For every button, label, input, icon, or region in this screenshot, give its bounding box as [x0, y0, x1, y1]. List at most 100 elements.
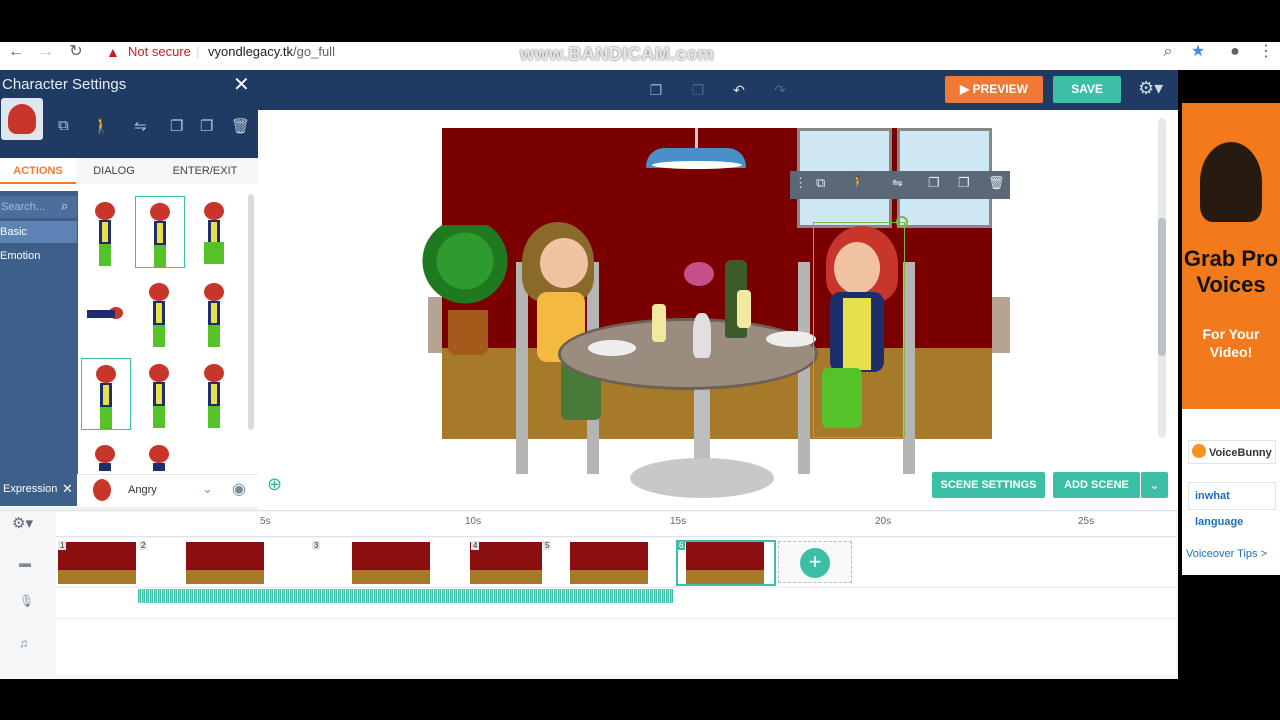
- search-icon[interactable]: ⌕: [61, 198, 68, 214]
- action-thumbnail[interactable]: [81, 196, 131, 268]
- character-swap-icon[interactable]: ⧉: [816, 175, 825, 191]
- character-woman-face[interactable]: [540, 238, 588, 288]
- time-tick: 15s: [670, 516, 687, 527]
- bring-forward-icon[interactable]: ❐: [170, 117, 183, 135]
- scene-thumbnail[interactable]: [58, 542, 136, 584]
- wine-glass[interactable]: [737, 290, 751, 328]
- drag-handle-icon[interactable]: ⋮: [794, 175, 807, 191]
- action-thumbnail[interactable]: [81, 277, 131, 349]
- scene-thumbnail[interactable]: [352, 542, 430, 584]
- forward-arrow-icon[interactable]: →: [36, 42, 56, 62]
- inwhat-link[interactable]: inwhat language: [1188, 482, 1276, 528]
- audio-waveform[interactable]: [138, 589, 674, 603]
- send-backward-icon[interactable]: ❐: [200, 117, 213, 135]
- expression-select[interactable]: Angry: [128, 484, 157, 496]
- voiceover-tips-link[interactable]: Voiceover Tips >: [1186, 548, 1267, 560]
- flower-vase[interactable]: [693, 313, 711, 358]
- action-thumbnail[interactable]: [81, 439, 131, 471]
- expression-face-icon: [93, 479, 111, 501]
- paste-icon[interactable]: ❐: [688, 80, 708, 100]
- tab-dialog[interactable]: DIALOG: [76, 158, 152, 184]
- category-basic[interactable]: Basic: [0, 221, 77, 243]
- action-grid: [78, 191, 250, 471]
- video-camera-icon: ▬: [19, 556, 31, 570]
- table-base: [630, 458, 774, 498]
- save-button[interactable]: SAVE: [1053, 76, 1121, 103]
- security-indicator[interactable]: Not secure: [128, 44, 191, 59]
- action-thumbnail[interactable]: [135, 439, 185, 471]
- rotate-handle-icon[interactable]: [896, 216, 908, 228]
- walk-motion-icon[interactable]: 🚶: [92, 117, 111, 135]
- copy-icon[interactable]: ❐: [646, 80, 666, 100]
- flip-icon[interactable]: ⇋: [134, 117, 147, 135]
- settings-gear-icon[interactable]: ⚙▾: [1138, 78, 1163, 99]
- browser-menu-icon[interactable]: ⋮: [1256, 42, 1276, 62]
- eye-icon[interactable]: ◉: [232, 479, 246, 499]
- close-icon[interactable]: ✕: [62, 481, 73, 497]
- close-icon[interactable]: ✕: [233, 72, 250, 97]
- add-scene-button[interactable]: ADD SCENE: [1053, 472, 1140, 498]
- selection-box[interactable]: [813, 222, 905, 438]
- tab-enter-exit[interactable]: ENTER/EXIT: [152, 158, 258, 184]
- delete-icon[interactable]: 🗑: [231, 117, 250, 135]
- back-arrow-icon[interactable]: ←: [6, 42, 26, 62]
- bring-forward-icon[interactable]: ❐: [928, 175, 940, 191]
- walk-motion-icon[interactable]: 🚶: [850, 175, 866, 191]
- action-thumbnail[interactable]: [190, 277, 240, 349]
- chevron-down-icon[interactable]: ⌄: [202, 481, 213, 497]
- scene-number: 4: [471, 541, 480, 550]
- plate-left[interactable]: [588, 340, 636, 356]
- voicebunny-logo-icon: [1192, 444, 1206, 458]
- zoom-search-icon[interactable]: ⌕: [1158, 42, 1178, 62]
- reload-icon[interactable]: ↻: [66, 42, 86, 62]
- flip-icon[interactable]: ⇋: [892, 175, 903, 191]
- panel-title: Character Settings: [2, 76, 127, 93]
- action-thumbnail[interactable]: [135, 277, 185, 349]
- chair-left[interactable]: [516, 262, 528, 474]
- music-track: [56, 618, 1176, 675]
- action-thumbnail[interactable]: [190, 196, 240, 268]
- preview-button[interactable]: ▶ PREVIEW: [945, 76, 1043, 103]
- headset-person-icon: [1200, 142, 1262, 222]
- warning-icon: ▲: [106, 44, 120, 60]
- plant-pot: [448, 310, 488, 355]
- selected-scene-frame[interactable]: [676, 540, 776, 586]
- music-note-icon: ♫: [19, 636, 28, 650]
- search-placeholder: Search...: [1, 201, 46, 213]
- url-text[interactable]: vyondlegacy.tk/go_full: [208, 44, 335, 59]
- lamp-glow: [652, 161, 742, 169]
- time-tick: 20s: [875, 516, 892, 527]
- action-thumbnail[interactable]: [190, 358, 240, 430]
- profile-icon[interactable]: ●: [1225, 42, 1245, 62]
- action-grid-scrollbar[interactable]: [248, 194, 254, 430]
- zoom-in-icon[interactable]: ⊕: [267, 474, 282, 495]
- send-backward-icon[interactable]: ❐: [958, 175, 970, 191]
- lamp-cord: [695, 128, 698, 148]
- scene-thumbnail[interactable]: [470, 542, 542, 584]
- plate-right[interactable]: [766, 331, 816, 347]
- chevron-down-icon[interactable]: ⌄: [1141, 472, 1168, 498]
- scene-thumbnail[interactable]: [570, 542, 648, 584]
- action-thumbnail[interactable]: [135, 358, 185, 430]
- category-emotion[interactable]: Emotion: [0, 245, 77, 267]
- redo-icon[interactable]: ↷: [770, 80, 790, 100]
- scene-thumbnail[interactable]: [186, 542, 264, 584]
- delete-icon[interactable]: 🗑: [988, 175, 1005, 191]
- undo-icon[interactable]: ↶: [729, 80, 749, 100]
- action-thumbnail[interactable]: [135, 196, 185, 268]
- scene-number: 6: [677, 541, 686, 550]
- character-swap-icon[interactable]: ⧉: [58, 117, 69, 134]
- timeline-gear-icon[interactable]: ⚙▾: [12, 514, 33, 532]
- url-host: vyondlegacy.tk: [208, 44, 294, 59]
- bookmark-star-icon[interactable]: ★: [1188, 42, 1208, 62]
- add-scene-plus-icon[interactable]: +: [800, 548, 830, 578]
- action-thumbnail[interactable]: [81, 358, 131, 430]
- scene-number: 3: [312, 541, 321, 550]
- stage-scroll-thumb[interactable]: [1158, 218, 1166, 356]
- timeline-ruler[interactable]: [56, 512, 1176, 537]
- wine-glass[interactable]: [652, 304, 666, 342]
- plant-prop[interactable]: [420, 225, 510, 315]
- tab-actions[interactable]: ACTIONS: [0, 158, 76, 184]
- scene-settings-button[interactable]: SCENE SETTINGS: [932, 472, 1045, 498]
- preview-label: PREVIEW: [972, 82, 1028, 96]
